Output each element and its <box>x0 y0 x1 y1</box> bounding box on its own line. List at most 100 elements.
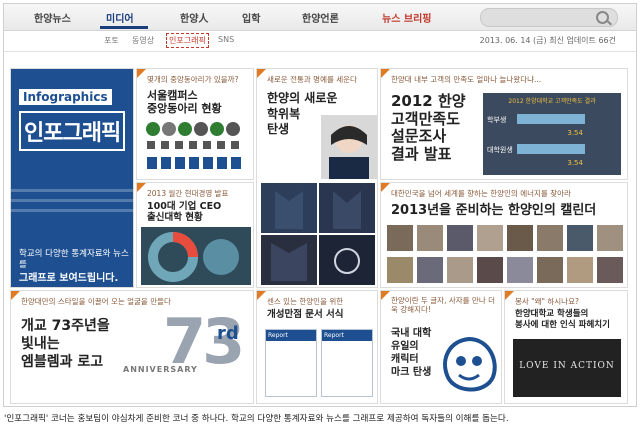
decor-stripe <box>11 209 133 212</box>
tile-title: 서울캠퍼스 중앙동아리 현황 <box>147 89 222 115</box>
tile-volunteer[interactable]: 봉사 "왜" 하시나요? 한양대학교 학생들의 봉사에 대한 인식 파헤치기 L… <box>504 290 628 404</box>
tile-title-line: 결과 발표 <box>391 145 452 164</box>
tile-customer-satisfaction[interactable]: 한양대 내부 고객의 만족도 얼마나 늘나왔다냐... 2012 한양 고객만족… <box>380 68 628 180</box>
tile-title-line: 100대 기업 CEO <box>147 201 222 212</box>
tile-title-line: 캐릭터 <box>391 354 419 365</box>
tile-title: 2012 한양 고객만족도 설문조사 결과 발표 <box>391 92 466 164</box>
corner-marker <box>257 69 266 78</box>
category-label: 대학원생 <box>487 145 513 154</box>
tile-caption: 몇개의 중앙동아리가 있을까? <box>147 75 239 84</box>
tile-title-line: 2012 한양 <box>391 92 466 110</box>
nav-item-media[interactable]: 미디어 <box>106 10 134 25</box>
subnav-sns[interactable]: SNS <box>218 35 234 44</box>
tile-caption: 한양대만의 스타일을 이끌어 오는 얼굴을 만들다 <box>21 297 171 306</box>
nav-item-briefing[interactable]: 뉴스 브리핑 <box>382 10 431 25</box>
tile-title-line: 개교 73주년을 <box>21 318 110 334</box>
top-nav: 한양뉴스 미디어 한양人 입학 한양언론 뉴스 브리핑 <box>4 4 636 31</box>
ceo-donut-chart <box>141 227 251 285</box>
banner-text: LOVE IN ACTION <box>519 361 615 371</box>
intro-description: 학교의 다양한 통계자료와 뉴스를 그래프로 보여드립니다. <box>19 249 131 285</box>
tile-club-status[interactable]: 몇개의 중앙동아리가 있을까? 서울캠퍼스 중앙동아리 현황 <box>136 68 254 180</box>
chart-title: 2012 한양대학교 고객만족도 결과 <box>508 97 596 105</box>
page-footer-caption: '인포그래픽' 코너는 홍보팀이 야심차게 준비한 코너 중 하나다. 학교의 … <box>4 414 509 424</box>
tile-title-line: 고객만족도 <box>391 109 461 128</box>
corner-marker <box>381 69 390 78</box>
chart-background <box>483 93 621 175</box>
intro-label-en: Infographics <box>19 89 112 105</box>
tile-title: 개성만점 문서 서식 <box>267 309 344 320</box>
satisfaction-chart: 2012 한양대학교 고객만족도 결과 학부생 3.54 대학원생 3.54 <box>483 93 621 175</box>
tile-new-gown[interactable]: 새로운 전통과 명예를 세운다 한양의 새로운 학위복 탄생 <box>256 68 378 288</box>
tile-title-line: 중앙동아리 현황 <box>147 102 222 116</box>
search-icon[interactable] <box>596 11 609 24</box>
tile-caption: 한양대 내부 고객의 만족도 얼마나 늘나왔다냐... <box>391 75 542 84</box>
tile-title: 국내 대학 유일의 캐릭터 마크 탄생 <box>391 327 431 379</box>
corner-marker <box>137 69 146 78</box>
tile-title-line: 한양대학교 학생들의 <box>515 309 589 319</box>
corner-marker <box>381 291 390 300</box>
tile-ceo-university[interactable]: 2013 월간 현대경영 발표 100대 기업 CEO 출신대학 현황 <box>136 182 254 288</box>
tile-infographic-intro[interactable]: Infographics 인포그래픽 학교의 다양한 통계자료와 뉴스를 그래프… <box>10 68 134 288</box>
graduate-photo <box>321 115 377 179</box>
bar-value-label: 3.54 <box>567 159 583 167</box>
corner-marker <box>381 183 390 192</box>
lion-mascot-icon <box>443 336 497 392</box>
tile-title-line: 국내 대학 <box>391 328 432 339</box>
nav-item-admission[interactable]: 입학 <box>242 10 260 25</box>
anniversary-suffix: rd <box>217 323 239 344</box>
tile-caption: 대한민국을 넘어 세계를 향하는 한양인의 에너지를 찾아라 <box>391 189 571 198</box>
subnav-photo[interactable]: 포토 <box>104 35 119 46</box>
calendar-photo-grid <box>387 225 623 283</box>
gown-photos <box>261 183 375 285</box>
decor-stripe <box>11 199 133 202</box>
tile-title-line: 서울캠퍼스 <box>147 89 198 102</box>
tile-title-line: 유일의 <box>391 341 419 352</box>
corner-marker <box>257 291 266 300</box>
tile-title-line: 설문조사 <box>391 127 447 146</box>
tile-title-line: 빛내는 <box>21 336 60 353</box>
report-label: Report <box>266 330 316 341</box>
satisfaction-bar <box>517 144 585 154</box>
intro-desc-line1: 학교의 다양한 통계자료와 뉴스를 <box>19 249 129 271</box>
tile-title-line: 봉사에 대한 인식 파헤치기 <box>515 320 610 331</box>
tile-title: 2013년을 준비하는 한양인의 캘린더 <box>391 203 597 218</box>
search-input[interactable] <box>480 8 618 27</box>
tile-calendar[interactable]: 대한민국을 넘어 세계를 향하는 한양인의 에너지를 찾아라 2013년을 준비… <box>380 182 628 288</box>
tile-emblem-logo[interactable]: 한양대만의 스타일을 이끌어 오는 얼굴을 만들다 개교 73주년을 빛내는 엠… <box>10 290 254 404</box>
tile-caption: 새로운 전통과 명예를 세운다 <box>267 75 357 84</box>
satisfaction-bar <box>517 114 585 124</box>
intro-desc-line2: 그래프로 보여드립니다. <box>19 272 119 284</box>
report-cover-1: Report <box>265 329 317 397</box>
tile-title-line: 한양의 새로운 <box>267 91 338 105</box>
decor-stripe <box>11 189 133 192</box>
corner-marker <box>11 291 20 300</box>
subnav-video[interactable]: 동영상 <box>132 35 154 46</box>
volunteer-banner: LOVE IN ACTION <box>513 339 621 397</box>
subnav-infographic[interactable]: 인포그래픽 <box>166 33 209 48</box>
tile-title-line: 마크 탄생 <box>391 367 432 378</box>
page-frame: 한양뉴스 미디어 한양人 입학 한양언론 뉴스 브리핑 포토 동영상 인포그래픽… <box>3 3 637 407</box>
tile-caption: 봉사 "왜" 하시나요? <box>515 297 579 306</box>
corner-marker <box>137 183 146 192</box>
intro-label-ko: 인포그래픽 <box>19 111 126 151</box>
tile-title: 개교 73주년을 빛내는 엠블렘과 로고 <box>21 317 110 372</box>
bar-value-label: 3.54 <box>567 129 583 137</box>
update-status: 2013. 06. 14 (금) 최신 업데이트 66건 <box>479 36 616 45</box>
club-icons-graphic <box>146 122 241 169</box>
nav-item-news[interactable]: 한양뉴스 <box>34 10 71 25</box>
tile-character-mark[interactable]: 한양이란 두 글자, 사자를 만나 더욱 강해지다! 국내 대학 유일의 캐릭터… <box>380 290 502 404</box>
nav-item-people[interactable]: 한양人 <box>180 10 208 25</box>
nav-active-indicator <box>100 26 148 29</box>
tile-caption: 2013 월간 현대경영 발표 <box>147 189 229 198</box>
tile-title: 한양대학교 학생들의 봉사에 대한 인식 파헤치기 <box>515 309 610 331</box>
tile-title: 100대 기업 CEO 출신대학 현황 <box>147 201 221 224</box>
anniversary-label: ANNIVERSARY <box>123 365 198 374</box>
tile-caption: 센스 있는 한양인을 위한 <box>267 297 344 306</box>
corner-marker <box>505 291 514 300</box>
report-cover-2: Report <box>321 329 373 397</box>
nav-item-press[interactable]: 한양언론 <box>302 10 339 25</box>
tile-document-template[interactable]: 센스 있는 한양인을 위한 개성만점 문서 서식 Report Report <box>256 290 378 404</box>
tile-title-line: 출신대학 현황 <box>147 212 203 224</box>
sub-nav: 포토 동영상 인포그래픽 SNS 2013. 06. 14 (금) 최신 업데이… <box>4 31 636 52</box>
tile-title-line: 엠블렘과 로고 <box>21 354 104 371</box>
